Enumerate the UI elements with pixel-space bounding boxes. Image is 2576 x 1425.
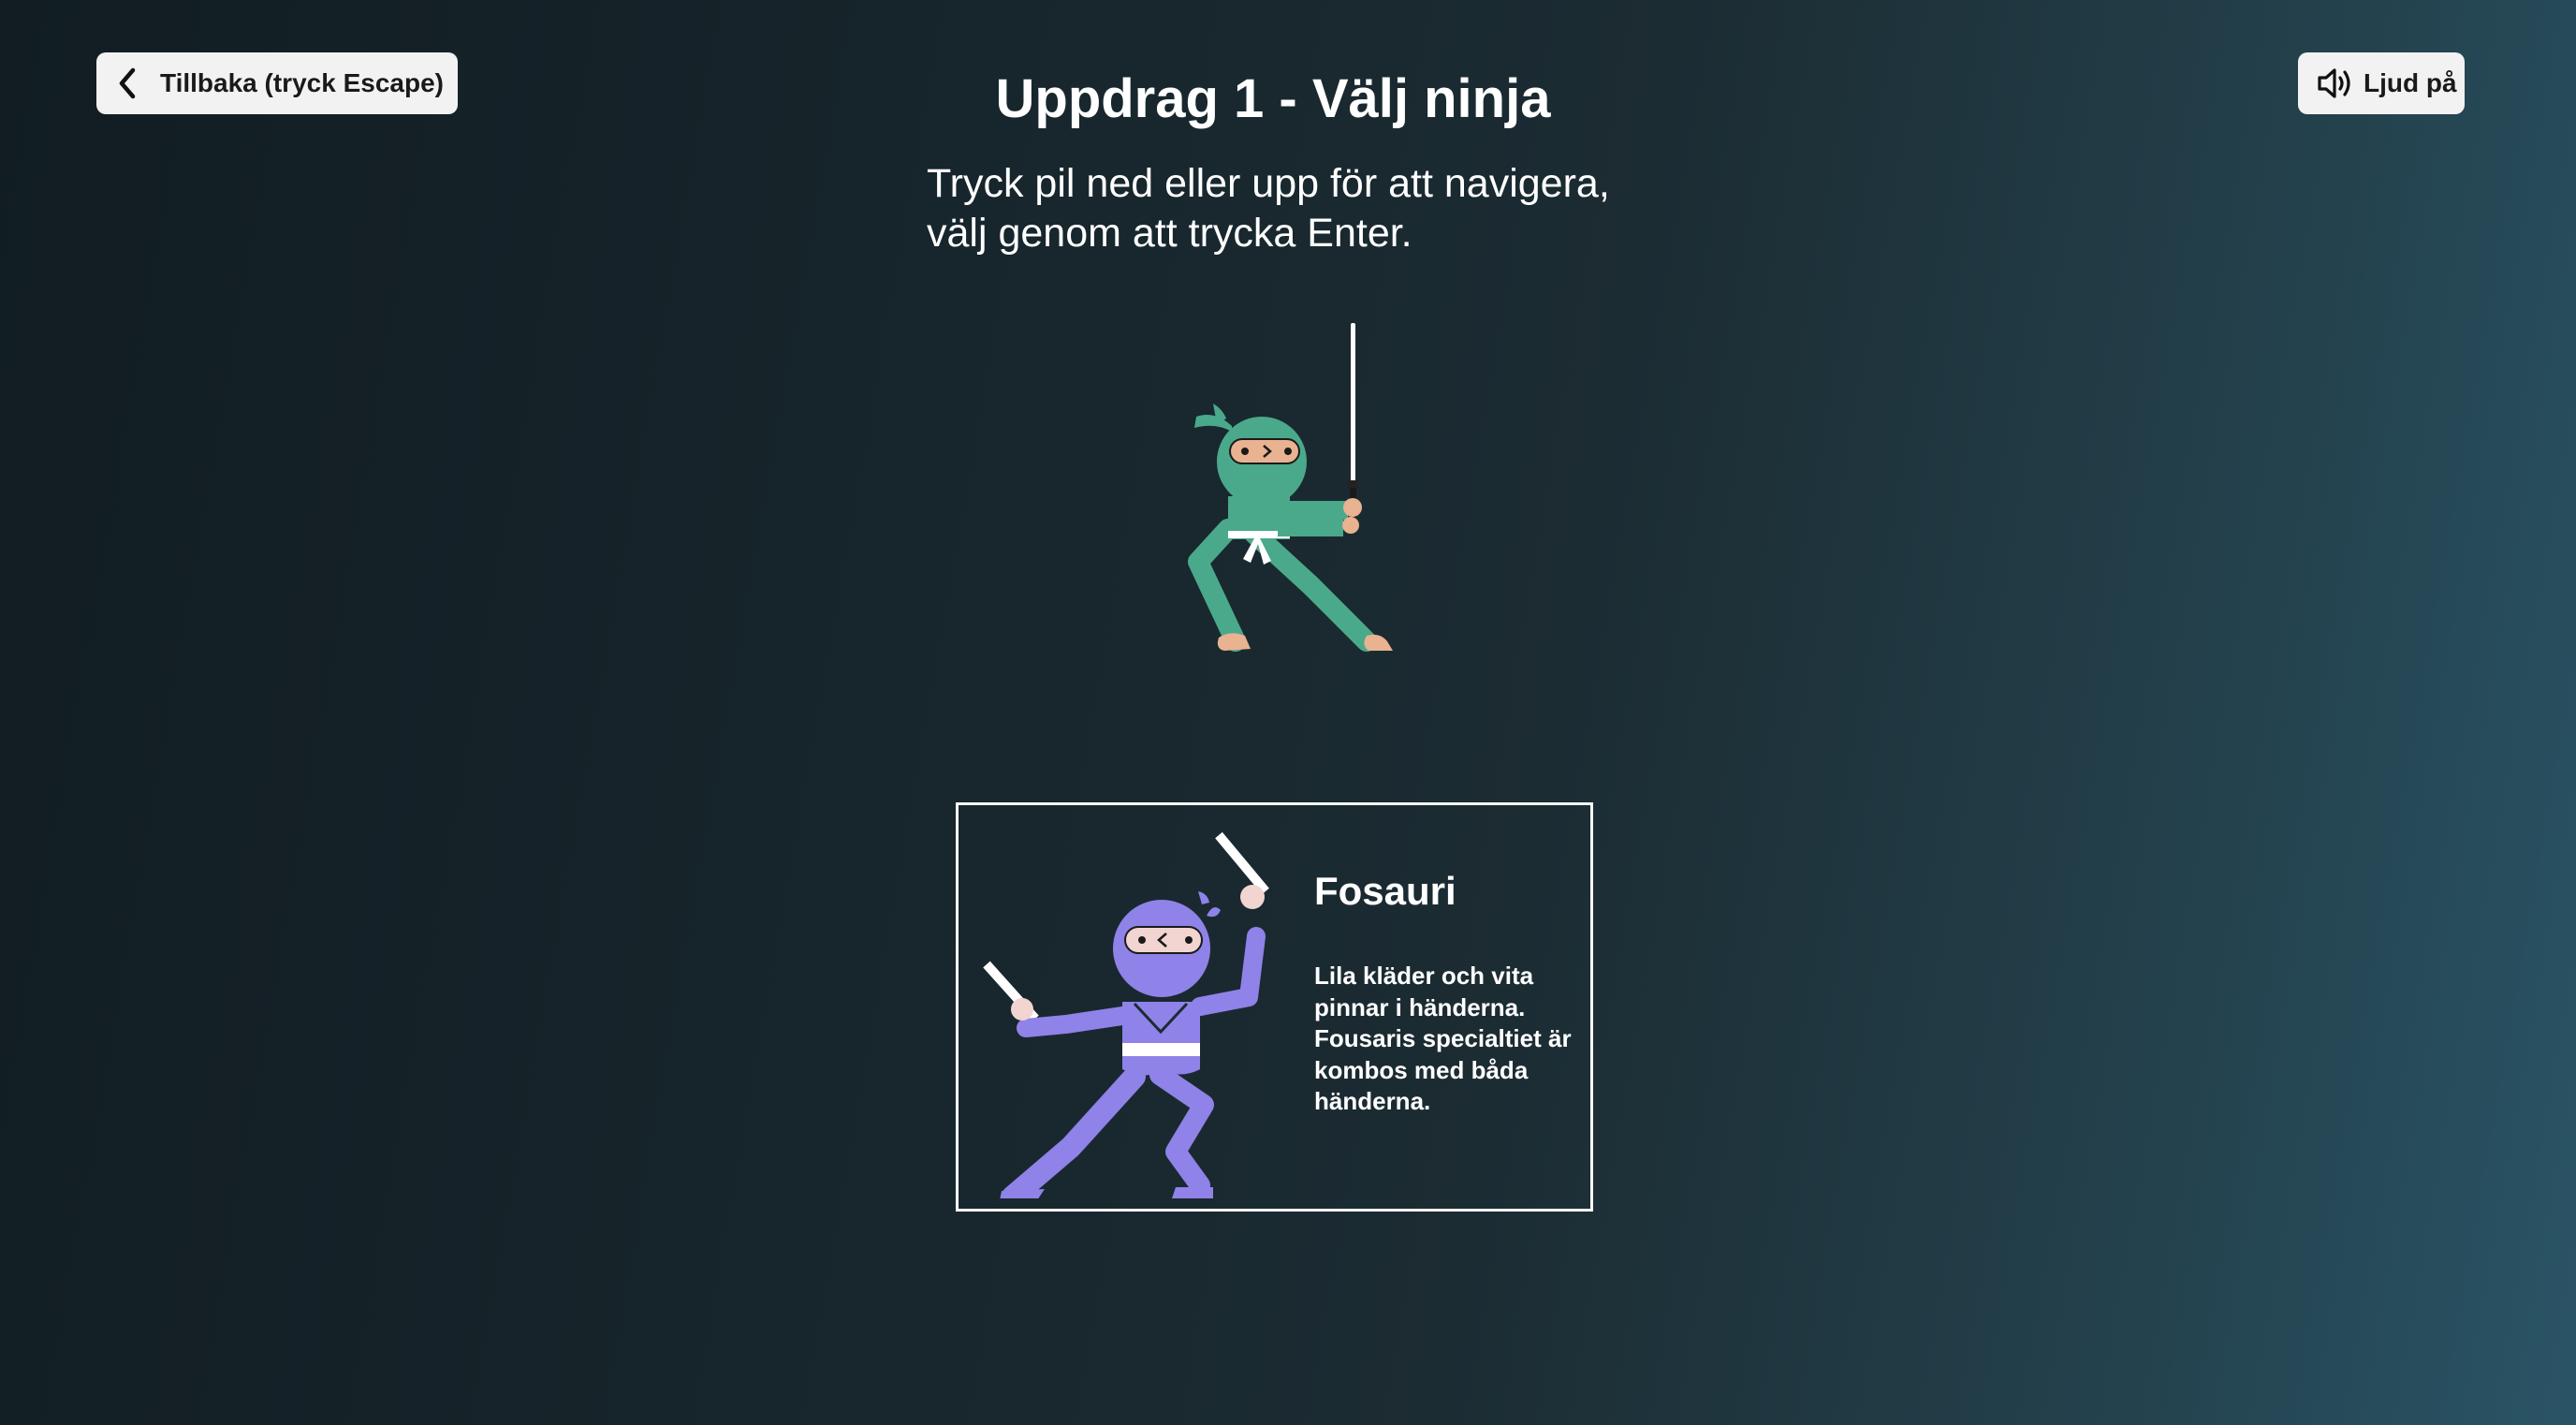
sound-toggle-button[interactable]: Ljud på [2298,52,2465,114]
ninja-name: Fosauri [1314,869,1456,913]
purple-ninja-illustration [983,831,1269,1198]
instructions: Tryck pil ned eller upp för att navigera… [927,159,1610,258]
instructions-line-2: välj genom att trycka Enter. [927,211,1412,256]
ninja-description: Lila kläder och vita pinnar i händerna. … [1314,962,1572,1115]
green-ninja-illustration [1188,323,1393,652]
instructions-line-1: Tryck pil ned eller upp för att navigera… [927,161,1610,206]
speaker-on-icon [2318,68,2350,98]
ninja-card-selected[interactable]: Fosauri Lila kläder och vita pinnar i hä… [956,802,1593,1212]
page-title: Uppdrag 1 - Välj ninja [995,68,1551,129]
sound-button-label: Ljud på [2364,68,2457,97]
ninja-option-green[interactable] [1161,314,1432,669]
